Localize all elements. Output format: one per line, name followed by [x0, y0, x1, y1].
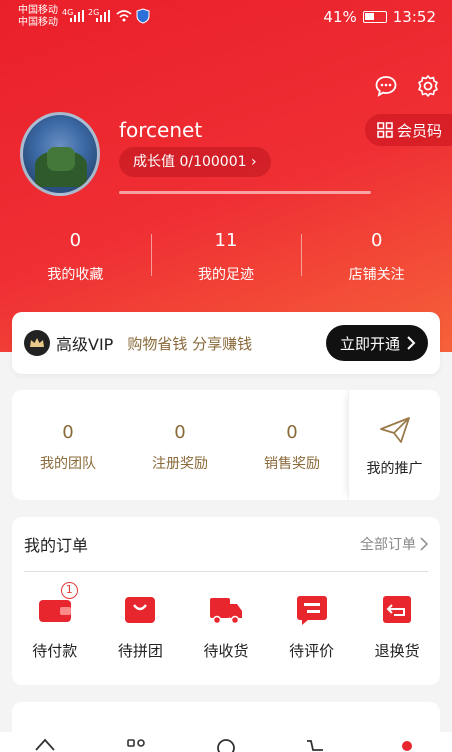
wifi-icon [116, 10, 132, 22]
home-icon [35, 738, 55, 751]
battery-percent: 41% [323, 8, 357, 26]
shopping-bag-icon [123, 592, 157, 626]
promo-register-reward[interactable]: 0 注册奖励 [124, 390, 236, 500]
compass-icon [217, 739, 235, 752]
signal-icon-2 [96, 10, 110, 22]
tab-cart[interactable] [302, 732, 330, 752]
header-actions [372, 72, 442, 100]
stat-value: 11 [214, 230, 238, 251]
chevron-right-icon [407, 336, 416, 350]
clock: 13:52 [392, 8, 436, 26]
all-orders-label: 全部订单 [360, 537, 416, 553]
promo-label: 注册奖励 [152, 456, 208, 472]
chat-bubble-icon[interactable] [372, 72, 400, 100]
stats-row: 0 我的收藏 11 我的足迹 0 店铺关注 [0, 230, 452, 284]
wallet-icon: 1 [38, 582, 78, 626]
qr-grid-icon [377, 122, 393, 138]
stat-favorites[interactable]: 0 我的收藏 [0, 230, 151, 284]
stat-label: 店铺关注 [348, 267, 405, 283]
truck-icon [209, 592, 243, 626]
stat-label: 我的足迹 [198, 267, 254, 283]
stat-value: 0 [69, 230, 82, 251]
chevron-right-icon [420, 537, 428, 551]
avatar-scenery-peak [47, 147, 75, 171]
vip-title: 高级VIP [56, 335, 114, 354]
order-pending-group[interactable]: 待拼团 [98, 592, 184, 661]
order-status-row: 1 待付款 待拼团 待收货 待评价 退换货 [12, 572, 440, 661]
order-label: 退换货 [374, 642, 420, 660]
promo-label: 我的团队 [40, 456, 96, 472]
profile-header: 中国移动 中国移动 4G 2G 41% 13:52 forcenet 成长值 0… [0, 0, 452, 352]
all-orders-link[interactable]: 全部订单 [360, 534, 428, 554]
crown-icon [24, 330, 50, 356]
vip-banner: 高级VIP 购物省钱 分享赚钱 立即开通 [12, 312, 440, 374]
status-bar: 中国移动 中国移动 4G 2G 41% 13:52 [0, 0, 452, 36]
growth-value-button[interactable]: 成长值 0/100001 › [119, 147, 271, 177]
stat-value: 0 [370, 230, 383, 251]
bottom-tab-bar [0, 732, 452, 752]
order-label: 待收货 [203, 642, 249, 660]
member-code-button[interactable]: 会员码 [364, 114, 452, 146]
review-icon [295, 592, 329, 626]
stat-shop-follows[interactable]: 0 店铺关注 [301, 230, 452, 284]
carrier-1: 中国移动 [18, 5, 58, 16]
paper-plane-icon [379, 417, 410, 443]
stat-label: 我的收藏 [47, 267, 104, 283]
tab-mine[interactable] [393, 732, 421, 752]
chevron-right-icon: › [250, 154, 257, 170]
battery-icon [362, 11, 387, 23]
vip-slogan: 购物省钱 分享赚钱 [127, 334, 253, 353]
shield-icon [136, 8, 150, 24]
member-code-label: 会员码 [396, 121, 442, 140]
status-right: 41% 13:52 [323, 8, 436, 26]
order-pending-review[interactable]: 待评价 [269, 592, 355, 661]
orders-title: 我的订单 [24, 536, 89, 555]
promo-label: 销售奖励 [264, 456, 320, 472]
promo-value: 0 [286, 422, 298, 443]
gear-icon[interactable] [414, 72, 442, 100]
order-label: 待评价 [289, 642, 335, 660]
cart-icon [307, 740, 324, 751]
user-icon [401, 741, 412, 751]
tab-home[interactable] [31, 732, 59, 752]
signal-icon [70, 10, 84, 22]
username: forcenet [119, 118, 203, 142]
my-promotion-button[interactable]: 我的推广 [348, 390, 440, 500]
order-pending-payment[interactable]: 1 待付款 [12, 582, 98, 661]
promotion-card: 0 我的团队 0 注册奖励 0 销售奖励 我的推广 [12, 390, 440, 500]
carrier-2: 中国移动 [18, 17, 58, 28]
promo-my-team[interactable]: 0 我的团队 [12, 390, 124, 500]
order-label: 待拼团 [117, 642, 163, 660]
growth-value-label: 成长值 0/100001 [133, 154, 247, 170]
tab-discover[interactable] [212, 732, 240, 752]
growth-progress-bar [119, 191, 371, 194]
order-label: 待付款 [32, 642, 78, 660]
order-pending-receipt[interactable]: 待收货 [183, 592, 269, 661]
vip-activate-label: 立即开通 [339, 334, 400, 353]
carrier-info: 中国移动 中国移动 [18, 5, 58, 29]
orders-card: 我的订单 全部订单 1 待付款 待拼团 待收货 待评价 退换货 [12, 517, 440, 685]
vip-activate-button[interactable]: 立即开通 [325, 325, 428, 361]
stat-footprints[interactable]: 11 我的足迹 [150, 230, 302, 284]
orders-header: 我的订单 全部订单 [24, 517, 428, 572]
promo-value: 0 [174, 422, 186, 443]
promo-sales-reward[interactable]: 0 销售奖励 [236, 390, 348, 500]
avatar[interactable] [20, 112, 100, 196]
category-icon [126, 739, 145, 747]
tab-category[interactable] [122, 732, 150, 752]
return-icon [380, 592, 414, 626]
my-promotion-label: 我的推广 [366, 461, 423, 477]
order-returns[interactable]: 退换货 [354, 592, 440, 661]
pending-payment-badge: 1 [60, 582, 78, 599]
promo-value: 0 [62, 422, 74, 443]
